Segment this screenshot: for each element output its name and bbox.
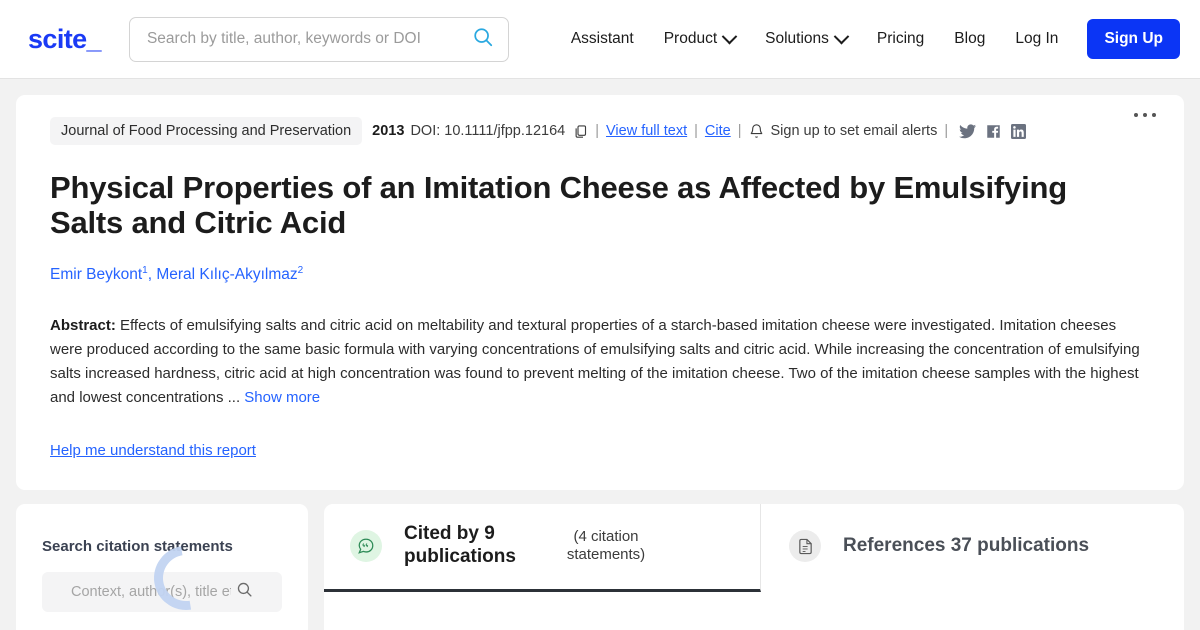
- scite-logo[interactable]: scite_: [28, 25, 102, 53]
- tab-references[interactable]: References 37 publications: [761, 504, 1184, 592]
- facebook-icon[interactable]: [986, 124, 1001, 139]
- publication-year: 2013: [372, 123, 405, 139]
- abstract: Abstract: Effects of emulsifying salts a…: [50, 314, 1140, 411]
- citation-search-heading: Search citation statements: [42, 537, 233, 555]
- tab-cited-by[interactable]: Cited by 9 publications (4 citation stat…: [324, 503, 761, 592]
- bottom-section: Search citation statements Context, auth…: [0, 490, 1200, 630]
- site-header: scite_ Assistant Product Solutions: [0, 0, 1200, 79]
- nav-item-blog[interactable]: Blog: [939, 22, 1000, 56]
- tab-cited-by-title: Cited by 9 publications: [404, 523, 516, 568]
- citation-search-box[interactable]: [42, 571, 282, 612]
- email-alerts-label[interactable]: Sign up to set email alerts: [771, 123, 938, 139]
- abstract-label: Abstract:: [50, 316, 116, 334]
- next-content-card: [324, 620, 1184, 630]
- global-search[interactable]: [128, 16, 509, 62]
- citation-search-panel: Search citation statements: [16, 503, 308, 630]
- meta-separator: |: [694, 123, 698, 139]
- chevron-down-icon: [721, 28, 738, 44]
- sign-up-button[interactable]: Sign Up: [1087, 19, 1180, 59]
- search-icon[interactable]: [472, 26, 494, 53]
- nav-label: Product: [663, 30, 718, 47]
- help-understand-report-link[interactable]: Help me understand this report: [50, 442, 256, 459]
- page-body: Journal of Food Processing and Preservat…: [0, 79, 1200, 490]
- search-icon[interactable]: [236, 581, 253, 603]
- nav-label: Pricing: [876, 30, 925, 47]
- meta-separator: |: [737, 123, 742, 139]
- linkedin-icon[interactable]: [1011, 123, 1027, 139]
- nav-label: Solutions: [765, 30, 829, 47]
- citations-references-tabs: Cited by 9 publications (4 citation stat…: [324, 503, 1184, 630]
- page-root: scite_ Assistant Product Solutions: [0, 0, 1200, 630]
- author-affiliation-marker: 2: [297, 265, 304, 277]
- search-input[interactable]: [146, 30, 472, 48]
- meta-separator: |: [595, 123, 599, 139]
- abstract-text: Effects of emulsifying salts and citric …: [50, 316, 1140, 407]
- tab-references-title: References 37 publications: [843, 534, 1090, 556]
- nav-item-login[interactable]: Log In: [1000, 22, 1073, 56]
- paper-meta-row: Journal of Food Processing and Preservat…: [50, 117, 1150, 145]
- tab-bar: Cited by 9 publications (4 citation stat…: [324, 503, 1184, 592]
- author-list: Emir Beykont1, Meral Kılıç-Akyılmaz2: [50, 265, 304, 284]
- nav-item-solutions[interactable]: Solutions: [750, 22, 862, 56]
- author-affiliation-marker: 1: [142, 265, 148, 277]
- chevron-down-icon: [833, 28, 850, 44]
- page-title: Physical Properties of an Imitation Chee…: [50, 170, 1067, 240]
- nav-label: Log In: [1015, 30, 1059, 47]
- paper-card: Journal of Food Processing and Preservat…: [16, 95, 1184, 490]
- bell-icon[interactable]: [749, 123, 764, 139]
- doi-label: DOI: 10.1111/jfpp.12164: [410, 123, 566, 139]
- document-icon: [789, 530, 821, 563]
- more-options-icon[interactable]: [1128, 107, 1162, 123]
- main-nav: Assistant Product Solutions Pricing Blog…: [556, 19, 1180, 59]
- nav-item-assistant[interactable]: Assistant: [556, 22, 649, 56]
- author-link[interactable]: Emir Beykont: [50, 267, 142, 284]
- view-full-text-link[interactable]: View full text: [606, 123, 687, 139]
- cite-link[interactable]: Cite: [705, 123, 731, 139]
- author-link[interactable]: Meral Kılıç-Akyılmaz: [156, 267, 297, 284]
- nav-item-pricing[interactable]: Pricing: [862, 22, 939, 56]
- twitter-icon[interactable]: [959, 123, 977, 139]
- social-share-group: [959, 123, 1027, 139]
- copy-icon[interactable]: [573, 124, 588, 139]
- nav-label: Assistant: [570, 30, 634, 47]
- journal-name[interactable]: Journal of Food Processing and Preservat…: [50, 117, 363, 145]
- nav-label: Blog: [954, 30, 986, 47]
- tab-cited-by-subtitle: (4 citation statements): [566, 527, 646, 564]
- citation-search-input[interactable]: [71, 583, 231, 600]
- show-more-link[interactable]: Show more: [244, 389, 320, 406]
- meta-separator: |: [944, 123, 949, 139]
- nav-item-product[interactable]: Product: [649, 22, 750, 56]
- quote-bubble-icon: [350, 530, 382, 563]
